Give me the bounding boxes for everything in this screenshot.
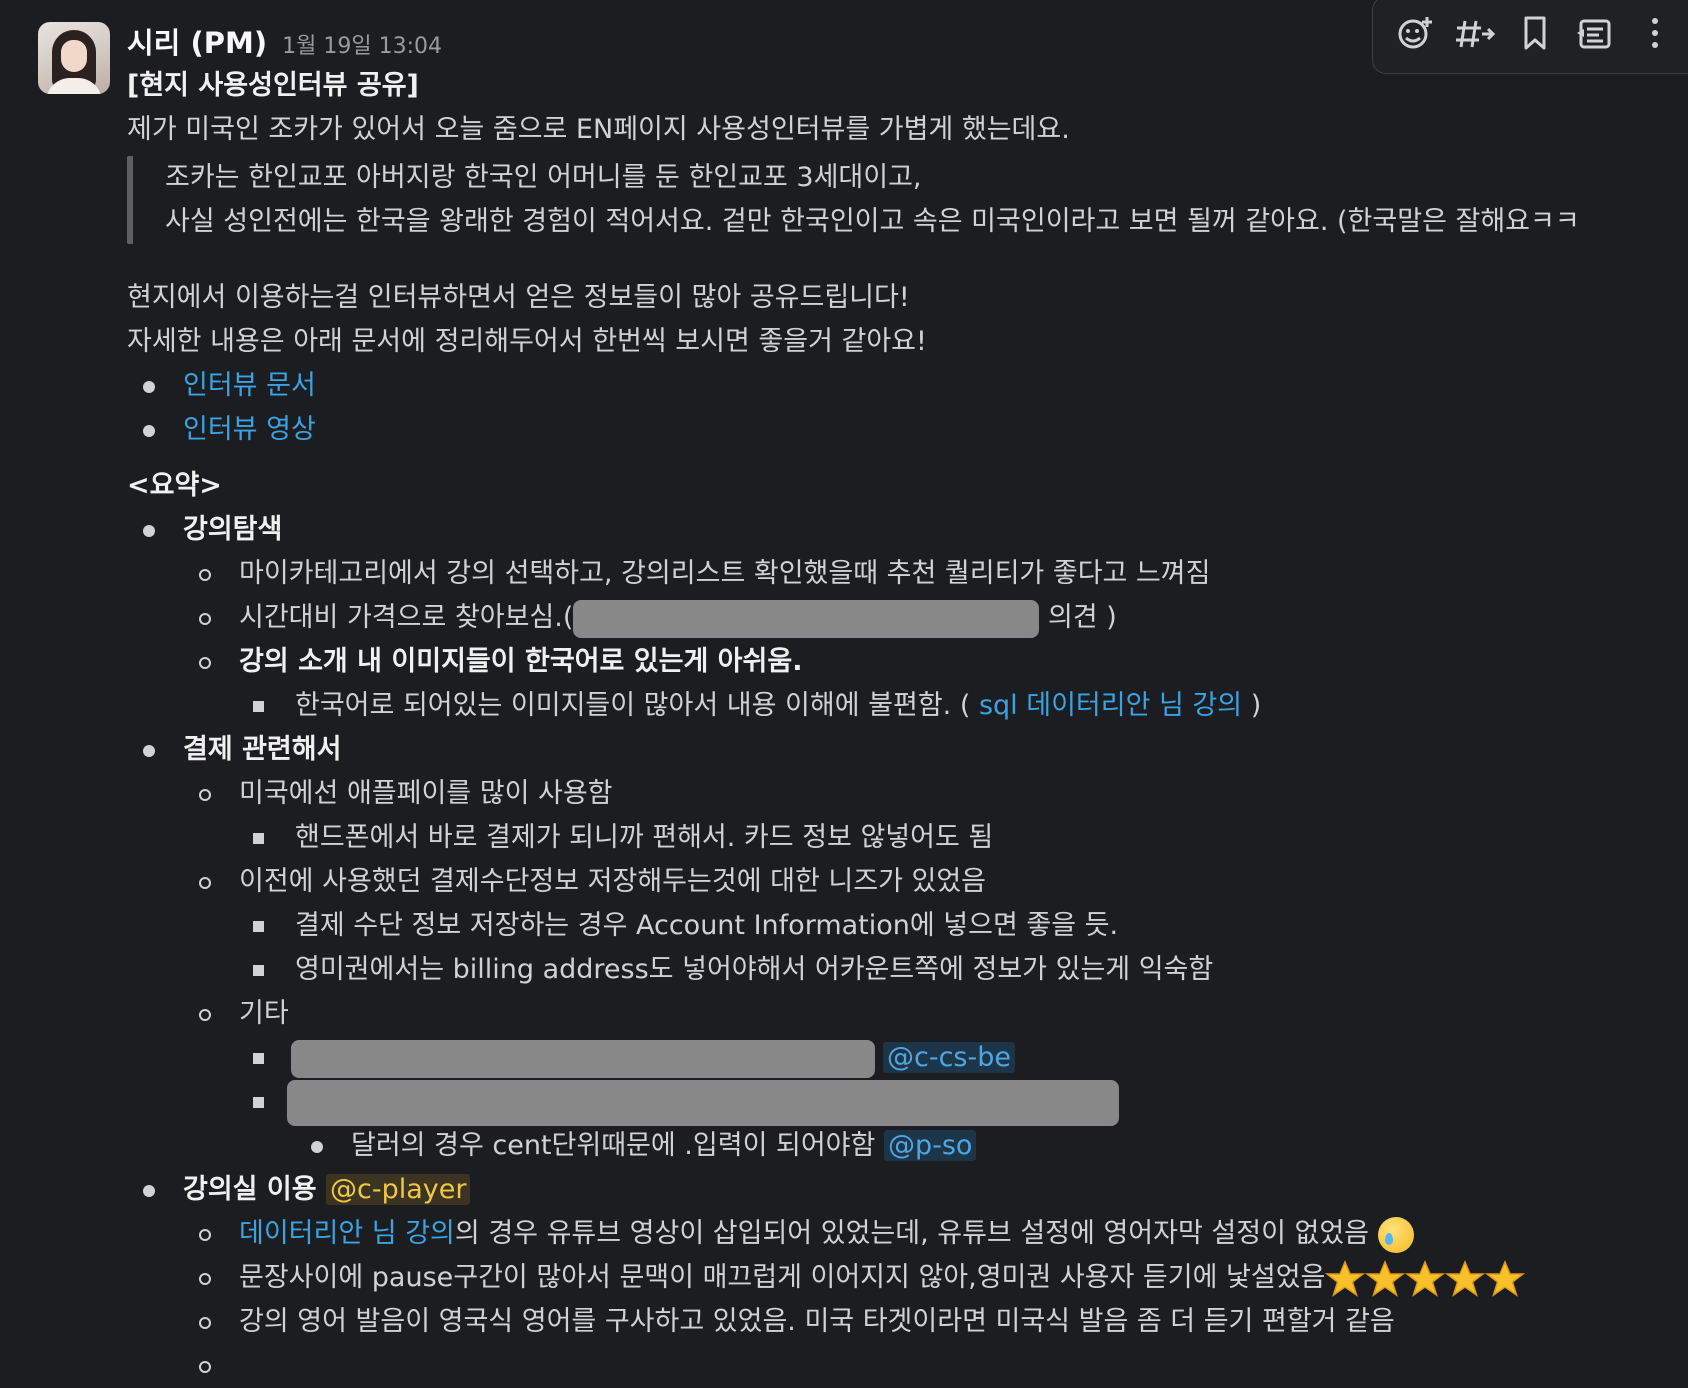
redacted-block [287, 1080, 1119, 1126]
lecture-link[interactable]: 데이터리안 님 강의 [239, 1218, 455, 1249]
share-channel-icon[interactable] [1455, 13, 1495, 53]
list-item: 강의 소개 내 이미지들이 한국어로 있는게 아쉬움. [127, 640, 1677, 684]
star-emoji [1485, 1259, 1526, 1297]
list-item: 마이카테고리에서 강의 선택하고, 강의리스트 확인했을때 추천 퀄리티가 좋다… [127, 552, 1677, 596]
list-item: 미국에선 애플페이를 많이 사용함 [127, 772, 1677, 816]
quote-line: 사실 성인전에는 한국을 왕래한 경험이 적어서요. 겉만 한국인이고 속은 미… [165, 206, 1580, 237]
list-item: 문장사이에 pause구간이 많아서 문맥이 매끄럽게 이어지지 않아,영미권 … [127, 1256, 1677, 1300]
list-item: 핸드폰에서 바로 결제가 되니까 편해서. 카드 정보 않넣어도 됨 [127, 816, 1677, 860]
summary-heading: <요약> [127, 470, 222, 501]
list-item: 이전에 사용했던 결제수단정보 저장해두는것에 대한 니즈가 있었음 [127, 860, 1677, 904]
list-item: 영미권에서는 billing address도 넣어야해서 어카운트쪽에 정보가… [127, 948, 1677, 992]
intro-text: 제가 미국인 조카가 있어서 오늘 줌으로 EN페이지 사용성인터뷰를 가볍게 … [127, 114, 1070, 145]
interview-doc-link[interactable]: 인터뷰 문서 [183, 370, 316, 401]
star-rating [1325, 1259, 1526, 1297]
star-emoji [1365, 1259, 1406, 1297]
interview-video-link[interactable]: 인터뷰 영상 [183, 414, 316, 445]
redacted-block [573, 599, 1040, 638]
mention-c-player[interactable]: @c-player [326, 1174, 471, 1205]
list-item: @c-cs-be [127, 1036, 1677, 1080]
author-name[interactable]: 시리 (PM) [127, 26, 267, 60]
section-heading: 강의실 이용 @c-player [127, 1168, 1677, 1212]
avatar[interactable] [38, 22, 110, 94]
star-emoji [1445, 1259, 1486, 1297]
star-emoji [1325, 1259, 1366, 1297]
message-actions-toolbar [1372, 0, 1688, 74]
list-item: 한국어로 되어있는 이미지들이 많아서 내용 이해에 불편함. ( sql 데이… [127, 684, 1677, 728]
section-heading: 결제 관련해서 [127, 728, 1677, 772]
list-item: 시간대비 가격으로 찾아보심.( 의견 ) [127, 596, 1677, 640]
paragraph-text: 현지에서 이용하는걸 인터뷰하면서 얻은 정보들이 많아 공유드립니다! [127, 282, 910, 313]
message-title: [현지 사용성인터뷰 공유] [127, 70, 419, 101]
mention-c-cs-be[interactable]: @c-cs-be [883, 1042, 1015, 1073]
more-icon[interactable] [1635, 13, 1675, 53]
list-item: 인터뷰 문서 [127, 364, 1677, 408]
forward-icon[interactable] [1575, 13, 1615, 53]
quote-line: 조카는 한인교포 아버지랑 한국인 어머니를 둔 한인교포 3세대이고, [165, 162, 922, 193]
paragraph-text: 자세한 내용은 아래 문서에 정리해두어서 한번씩 보시면 좋을거 같아요! [127, 326, 927, 357]
mention-p-so[interactable]: @p-so [883, 1130, 977, 1161]
bookmark-icon[interactable] [1515, 13, 1555, 53]
message-header: 시리 (PM) 1월 19일 13:04 [127, 20, 442, 62]
redacted-block [291, 1039, 875, 1078]
message-body: [현지 사용성인터뷰 공유] 제가 미국인 조카가 있어서 오늘 줌으로 EN페… [127, 64, 1677, 1388]
list-item: 결제 수단 정보 저장하는 경우 Account Information에 넣으… [127, 904, 1677, 948]
list-item: 달러의 경우 cent단위때문에 .입력이 되어야함 @p-so [127, 1124, 1677, 1168]
lecture-link[interactable]: sql 데이터리안 님 강의 [979, 690, 1242, 721]
list-item [127, 1080, 1677, 1126]
timestamp[interactable]: 1월 19일 13:04 [282, 34, 442, 59]
list-item: 인터뷰 영상 [127, 408, 1677, 452]
list-item: 강의 영어 발음이 영국식 영어를 구사하고 있었음. 미국 타겟이라면 미국식… [127, 1300, 1677, 1344]
list-item: 데이터리안 님 강의의 경우 유튜브 영상이 삽입되어 있었는데, 유튜브 설정… [127, 1212, 1677, 1256]
add-reaction-icon[interactable] [1395, 13, 1435, 53]
crying-face-emoji [1377, 1216, 1414, 1253]
section-heading: 강의탐색 [127, 508, 1677, 552]
blockquote: 조카는 한인교포 아버지랑 한국인 어머니를 둔 한인교포 3세대이고, 사실 … [127, 156, 1677, 244]
list-item-empty [127, 1344, 1677, 1388]
list-item: 기타 [127, 992, 1677, 1036]
star-emoji [1405, 1259, 1446, 1297]
